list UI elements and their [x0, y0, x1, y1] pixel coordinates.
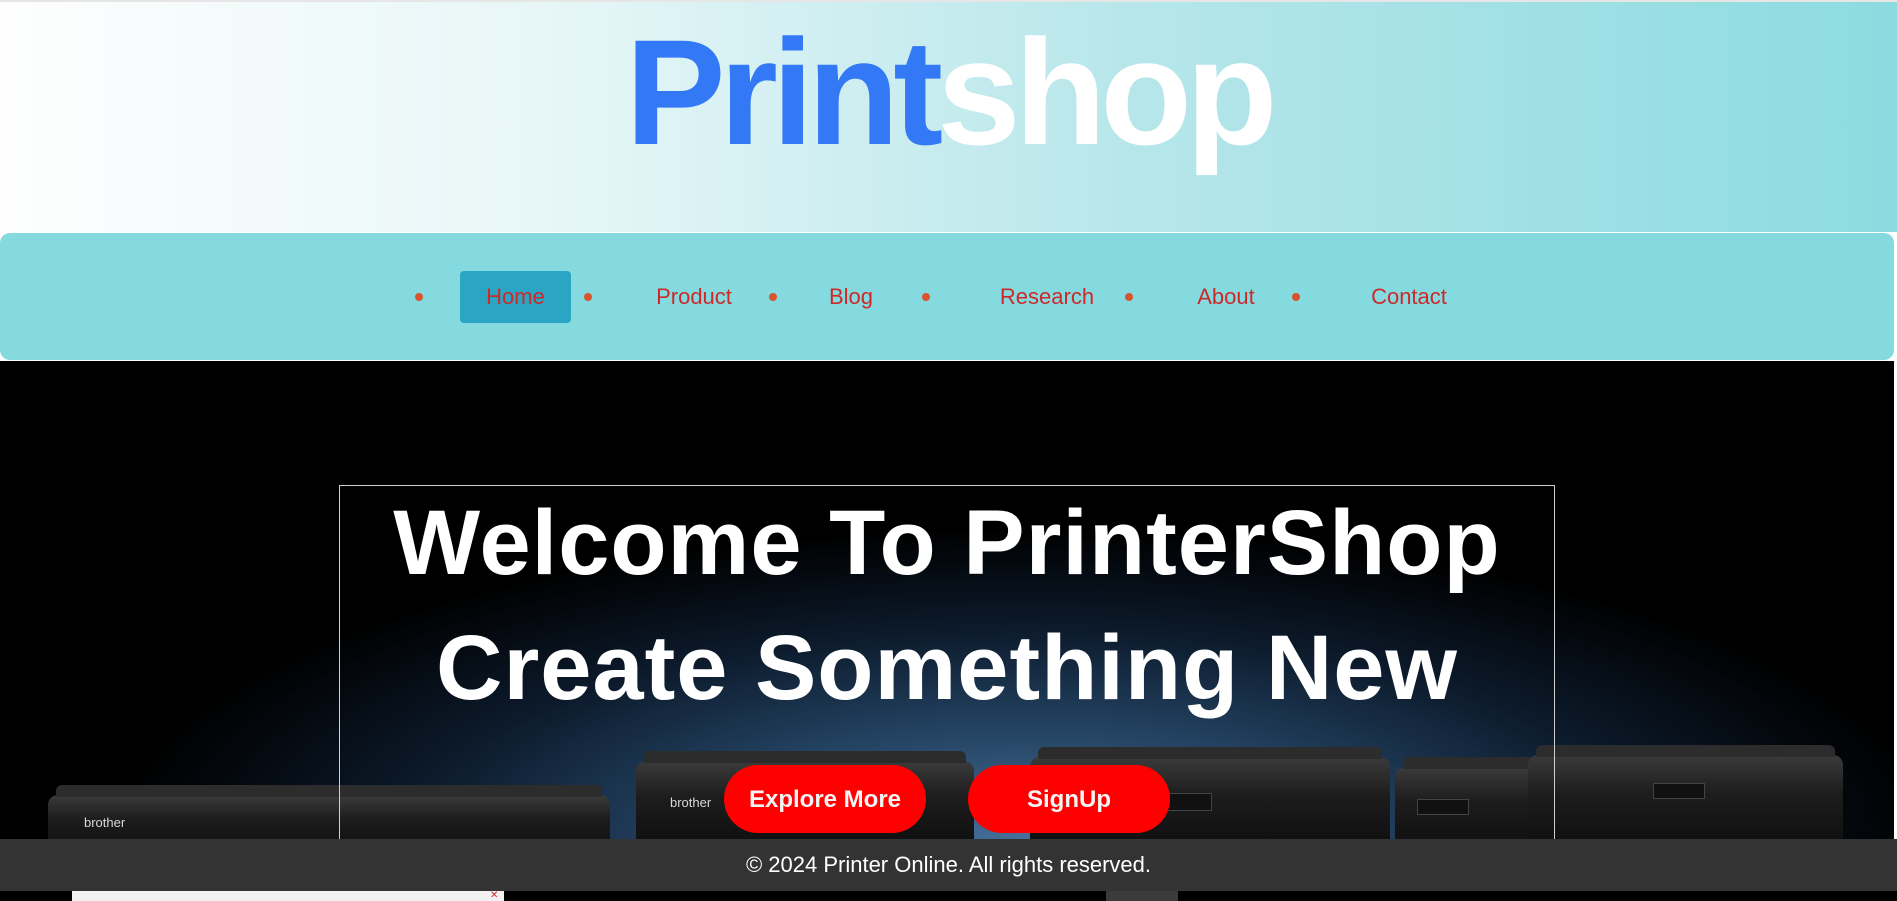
- bullet-icon: [1125, 293, 1133, 301]
- hero-title-line1: Welcome To PrinterShop: [393, 492, 1501, 594]
- site-footer: © 2024 Printer Online. All rights reserv…: [0, 839, 1897, 891]
- content-card: ✕: [72, 891, 504, 901]
- printer-brand-label: brother: [84, 815, 126, 830]
- signup-button[interactable]: SignUp: [968, 765, 1170, 833]
- hero-title-line2: Create Something New: [436, 617, 1458, 719]
- logo-shop-text: shop: [937, 8, 1277, 176]
- logo-print-text: Print: [625, 8, 944, 176]
- below-fold-content: ✕: [0, 891, 1897, 901]
- bullet-icon: [922, 293, 930, 301]
- copyright-text: © 2024 Printer Online. All rights reserv…: [745, 852, 1152, 877]
- main-nav: Home Product Blog Research About Contact: [0, 233, 1894, 360]
- nav-link-blog[interactable]: Blog: [819, 271, 883, 323]
- bullet-icon: [584, 293, 592, 301]
- bullet-icon: [1292, 293, 1300, 301]
- nav-link-home[interactable]: Home: [460, 271, 571, 323]
- hero-section: brother brother Welcome To PrinterShop C…: [0, 361, 1897, 840]
- bullet-icon: [769, 293, 777, 301]
- explore-more-button[interactable]: Explore More: [724, 765, 926, 833]
- content-block: [1106, 891, 1178, 901]
- printer-image: [1528, 745, 1843, 840]
- printshop-logo[interactable]: Printshop: [0, 2, 1897, 182]
- nav-link-about[interactable]: About: [1187, 271, 1265, 323]
- nav-link-contact[interactable]: Contact: [1359, 271, 1459, 323]
- nav-link-product[interactable]: Product: [639, 271, 749, 323]
- bullet-icon: [415, 293, 423, 301]
- nav-link-research[interactable]: Research: [989, 271, 1105, 323]
- close-icon: ✕: [490, 890, 499, 901]
- site-header: Printshop: [0, 0, 1897, 232]
